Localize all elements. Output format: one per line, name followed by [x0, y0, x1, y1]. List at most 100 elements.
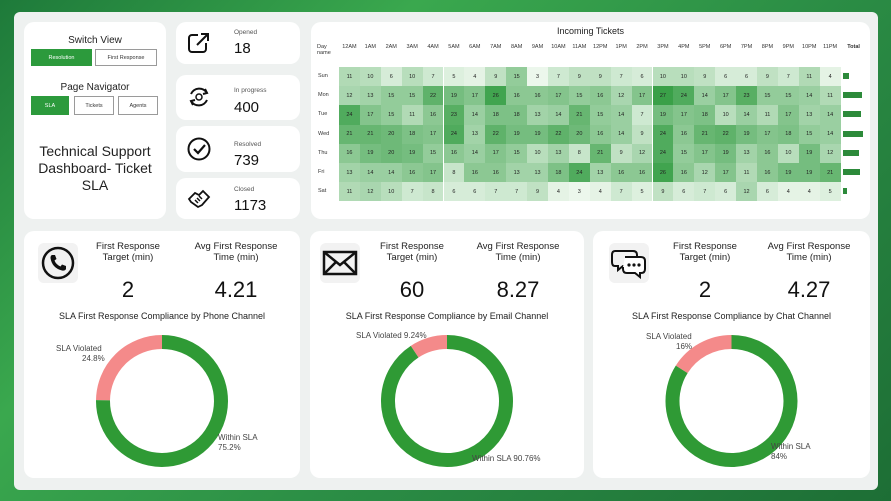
email-donut-chart [381, 335, 513, 467]
chat-icon-box [609, 243, 649, 283]
heatmap-cell: 15 [401, 86, 423, 106]
heatmap-cell: 20 [568, 124, 590, 144]
heatmap-cell: 11 [757, 105, 778, 125]
email-target-label: First Response Target (min) [380, 241, 444, 263]
heatmap-total-bar [842, 130, 863, 137]
heatmap-cell: 10 [380, 182, 402, 202]
heatmap: Day name 12AM 1AM 2AM 3AM 4AM 5AM 6AM 7AM 8AM 9AM 1… [311, 22, 870, 219]
switch-first-response-button[interactable]: First Response [95, 49, 157, 66]
phone-avg-value: 4.21 [214, 277, 258, 302]
donut-slice-violated [96, 335, 163, 401]
heatmap-cell: 4 [589, 182, 611, 202]
envelope-icon [322, 250, 358, 276]
heatmap-cell: 10 [715, 105, 737, 125]
heatmap-day-label: Mon [318, 92, 329, 99]
heatmap-cell: 5 [631, 182, 653, 202]
heatmap-cell: 14 [736, 105, 757, 125]
heatmap-cell: 11 [339, 67, 360, 87]
heatmap-cell: 4 [798, 182, 820, 202]
heatmap-cell: 26 [485, 86, 507, 106]
heatmap-cell: 17 [777, 105, 799, 125]
heatmap-cell: 4 [819, 67, 841, 87]
nav-sla-button[interactable]: SLA [31, 96, 69, 115]
heatmap-cell: 14 [610, 124, 632, 144]
heatmap-cell: 16 [589, 124, 611, 144]
heatmap-hour-label: 2AM [385, 44, 397, 50]
switch-view-title: Switch View [68, 35, 122, 46]
heatmap-cell: 17 [673, 105, 695, 125]
heatmap-cell: 13 [527, 105, 548, 125]
heatmap-cell: 14 [464, 143, 486, 163]
heatmap-cell: 17 [422, 124, 444, 144]
heatmap-cell: 16 [401, 163, 423, 183]
heatmap-hour-label: 3AM [406, 44, 418, 50]
donut-slice-violated [410, 335, 448, 358]
heatmap-cell: 26 [652, 163, 674, 183]
chat-within-value: 84% [771, 452, 788, 461]
heatmap-cell: 24 [652, 124, 674, 144]
chat-avg-label: Avg First Response Time (min) [767, 241, 851, 263]
heatmap-cell: 19 [443, 86, 465, 106]
email-channel-card: First Response Target (min) Avg First Re… [310, 231, 584, 478]
heatmap-cell: 15 [757, 86, 778, 106]
heatmap-day-label: Sat [318, 188, 327, 195]
nav-agents-button[interactable]: Agents [118, 96, 158, 115]
heatmap-day-label: Sun [318, 73, 328, 79]
kpi-closed-value: 1173 [234, 197, 267, 214]
heatmap-cell: 17 [464, 86, 486, 106]
heatmap-cell: 15 [568, 86, 590, 106]
heatmap-cell: 7 [548, 67, 569, 87]
nav-tickets-button[interactable]: Tickets [74, 96, 114, 115]
heatmap-cell: 16 [757, 143, 778, 163]
heatmap-cell: 14 [610, 105, 632, 125]
external-link-icon [188, 32, 210, 53]
heatmap-cell: 15 [798, 124, 820, 144]
heatmap-cell: 9 [610, 143, 632, 163]
heatmap-cell: 15 [380, 105, 402, 125]
email-violated-label: SLA Violated 9.24% [356, 331, 427, 341]
heatmap-hour-label: 9AM [531, 44, 544, 50]
heatmap-cell: 12 [819, 143, 841, 163]
heatmap-cell: 24 [443, 124, 465, 144]
chat-target-value: 2 [698, 277, 712, 302]
kpi-in-progress-label: In progress [234, 87, 267, 94]
chat-violated-name: SLA Violated [646, 332, 692, 341]
heatmap-cell: 24 [673, 86, 695, 106]
heatmap-cell: 19 [401, 143, 423, 163]
phone-icon-box [38, 243, 78, 283]
heatmap-cell: 9 [631, 124, 653, 144]
heatmap-cell: 15 [422, 143, 444, 163]
heatmap-cell: 19 [798, 163, 820, 183]
phone-channel-card: First Response Target (min) Avg First Re… [24, 231, 300, 478]
heatmap-cell: 19 [359, 143, 381, 163]
heatmap-cell: 13 [359, 86, 381, 106]
envelope-icon-box [320, 243, 360, 283]
heatmap-cell: 22 [715, 124, 737, 144]
phone-target-label: First Response Target (min) [96, 241, 160, 263]
heatmap-cell: 14 [380, 163, 402, 183]
heatmap-hour-label: 8PM [761, 44, 774, 50]
phone-violated-label: SLA Violated 24.8% [56, 344, 105, 364]
heatmap-cell: 16 [610, 163, 632, 183]
controls-card: Switch View Resolution First Response Pa… [24, 22, 166, 219]
heatmap-cell: 14 [548, 105, 569, 125]
heatmap-cell: 13 [464, 124, 486, 144]
heatmap-cell: 19 [715, 143, 737, 163]
chat-violated-value: 16% [676, 342, 693, 351]
heatmap-cell: 12 [610, 86, 632, 106]
phone-violated-value: 24.8% [82, 354, 105, 363]
heatmap-cell: 7 [631, 105, 653, 125]
heatmap-cell: 7 [610, 182, 632, 202]
heatmap-cell: 7 [485, 182, 507, 202]
heatmap-cell: 22 [548, 124, 569, 144]
kpi-opened-card: Opened 18 [176, 22, 300, 64]
phone-violated-name: SLA Violated [56, 344, 102, 353]
heatmap-cell: 24 [339, 105, 360, 125]
heatmap-cell: 17 [694, 143, 716, 163]
heatmap-cell: 11 [819, 86, 841, 106]
switch-resolution-button[interactable]: Resolution [31, 49, 92, 66]
heatmap-cell: 11 [798, 67, 820, 87]
heatmap-cell: 18 [506, 105, 528, 125]
heatmap-cell: 3 [527, 67, 548, 87]
heatmap-cell: 15 [506, 67, 528, 87]
